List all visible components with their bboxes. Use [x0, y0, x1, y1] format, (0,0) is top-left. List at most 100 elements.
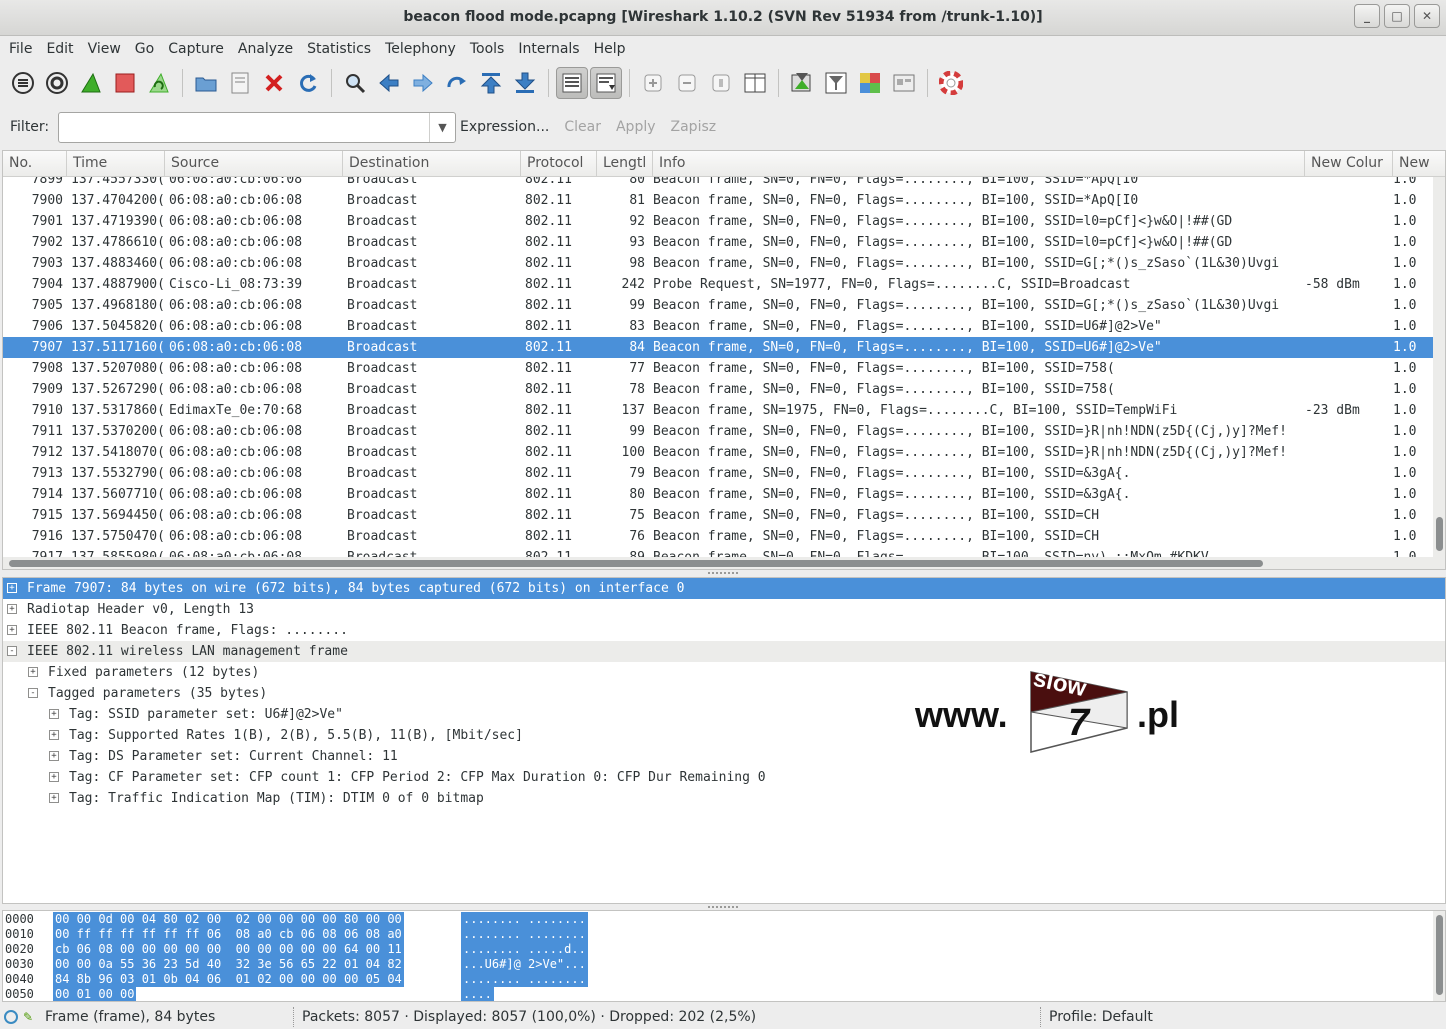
- hex-ascii[interactable]: ........ ........: [461, 972, 588, 987]
- column-header-destination[interactable]: Destination: [343, 151, 521, 177]
- packet-row[interactable]: 7915 137.5694450(06:08:a0:cb:06:08 Broadca…: [3, 505, 1433, 526]
- detail-tree-item[interactable]: + Tag: Supported Rates 1(B), 2(B), 5.5(B)…: [3, 725, 1445, 746]
- packet-row[interactable]: 7899 137.4557330(06:08:a0:cb:06:08 Broadca…: [3, 177, 1433, 190]
- collapse-icon[interactable]: -: [7, 645, 17, 656]
- hex-bytes[interactable]: cb 06 08 00 00 00 00 00 00 00 00 00 00 6…: [53, 942, 404, 957]
- bytes-pane-vscroll[interactable]: [1433, 911, 1445, 1001]
- hex-ascii[interactable]: ........ .....d..: [461, 942, 588, 957]
- packet-row[interactable]: 7917137.5855980(06:08:a0:cb:06:08Broadca…: [3, 547, 1433, 557]
- save-filter-button[interactable]: Zapisz: [671, 119, 717, 135]
- column-header-new[interactable]: New: [1393, 151, 1445, 177]
- packet-row[interactable]: 7910 137.5317860(EdimaxTe_0e:70:68 Broadca…: [3, 400, 1433, 421]
- go-forward-icon[interactable]: [407, 67, 439, 99]
- chevron-down-icon[interactable]: ▼: [429, 112, 455, 142]
- column-header-length[interactable]: Lengtl: [597, 151, 653, 177]
- hex-ascii[interactable]: ........ ........: [461, 912, 588, 927]
- packet-row[interactable]: 7908 137.5207080(06:08:a0:cb:06:08 Broadca…: [3, 358, 1433, 379]
- scroll-thumb[interactable]: [1436, 915, 1443, 995]
- detail-tree-item[interactable]: + Tag: CF Parameter set: CFP count 1: CFP…: [3, 767, 1445, 788]
- packet-row[interactable]: 7912 137.5418070(06:08:a0:cb:06:08 Broadca…: [3, 442, 1433, 463]
- detail-tree-item[interactable]: + IEEE 802.11 Beacon frame, Flags: ......…: [3, 620, 1445, 641]
- apply-button[interactable]: Apply: [616, 119, 656, 135]
- colorize-icon[interactable]: [556, 67, 588, 99]
- column-header-source[interactable]: Source: [165, 151, 343, 177]
- detail-tree-item[interactable]: + Tag: DS Parameter set: Current Channel:…: [3, 746, 1445, 767]
- packet-row[interactable]: 7900 137.4704200(06:08:a0:cb:06:08 Broadca…: [3, 190, 1433, 211]
- display-filters-icon[interactable]: [820, 67, 852, 99]
- hex-ascii[interactable]: ........ ........: [461, 927, 588, 942]
- maximize-button[interactable]: □: [1384, 4, 1410, 28]
- menu-tools[interactable]: Tools: [463, 41, 512, 57]
- capture-comment-icon[interactable]: ✎: [23, 1010, 37, 1024]
- menu-file[interactable]: File: [2, 41, 39, 57]
- column-header-new-colur[interactable]: New Colur: [1305, 151, 1393, 177]
- capture-options-icon[interactable]: [41, 67, 73, 99]
- minimize-button[interactable]: _: [1354, 4, 1380, 28]
- column-header-protocol[interactable]: Protocol: [521, 151, 597, 177]
- packet-row[interactable]: 7909 137.5267290(06:08:a0:cb:06:08 Broadca…: [3, 379, 1433, 400]
- detail-tree-item[interactable]: - Tagged parameters (35 bytes): [3, 683, 1445, 704]
- close-file-icon[interactable]: [258, 67, 290, 99]
- hex-ascii[interactable]: ...U6#]@ 2>Ve"...: [461, 957, 588, 972]
- expression-button[interactable]: Expression...: [460, 119, 549, 135]
- detail-tree-item[interactable]: - IEEE 802.11 wireless LAN management fra…: [3, 641, 1445, 662]
- menu-analyze[interactable]: Analyze: [231, 41, 300, 57]
- preferences-icon[interactable]: [888, 67, 920, 99]
- detail-tree-item[interactable]: + Tag: Traffic Indication Map (TIM): DTIM…: [3, 788, 1445, 809]
- collapse-icon[interactable]: -: [28, 687, 38, 698]
- close-window-button[interactable]: ✕: [1414, 4, 1440, 28]
- packet-row[interactable]: 7904 137.4887900(Cisco-Li_08:73:39 Broadca…: [3, 274, 1433, 295]
- packet-row[interactable]: 7902 137.4786610(06:08:a0:cb:06:08 Broadca…: [3, 232, 1433, 253]
- packet-row[interactable]: 7905 137.4968180(06:08:a0:cb:06:08 Broadca…: [3, 295, 1433, 316]
- find-packet-icon[interactable]: [339, 67, 371, 99]
- column-header-no[interactable]: No.: [3, 151, 67, 177]
- capture-filters-icon[interactable]: [786, 67, 818, 99]
- column-header-time[interactable]: Time: [67, 151, 165, 177]
- start-capture-icon[interactable]: [75, 67, 107, 99]
- first-packet-icon[interactable]: [475, 67, 507, 99]
- scroll-thumb[interactable]: [1436, 517, 1443, 551]
- hex-bytes[interactable]: 00 ff ff ff ff ff ff 06 08 a0 cb 06 08 0…: [53, 927, 404, 942]
- pane-splitter[interactable]: [708, 572, 738, 576]
- column-header-info[interactable]: Info: [653, 151, 1305, 177]
- help-icon[interactable]: [935, 67, 967, 99]
- menu-go[interactable]: Go: [128, 41, 161, 57]
- detail-tree-item[interactable]: + Frame 7907: 84 bytes on wire (672 bits)…: [3, 578, 1445, 599]
- last-packet-icon[interactable]: [509, 67, 541, 99]
- stop-capture-icon[interactable]: [109, 67, 141, 99]
- hex-bytes[interactable]: 00 01 00 00: [53, 987, 137, 1001]
- menu-telephony[interactable]: Telephony: [378, 41, 463, 57]
- expand-icon[interactable]: +: [49, 792, 59, 803]
- coloring-rules-icon[interactable]: [854, 67, 886, 99]
- packet-row[interactable]: 7903 137.4883460(06:08:a0:cb:06:08 Broadca…: [3, 253, 1433, 274]
- restart-capture-icon[interactable]: [143, 67, 175, 99]
- normal-size-icon[interactable]: [705, 67, 737, 99]
- reload-icon[interactable]: [292, 67, 324, 99]
- menu-view[interactable]: View: [81, 41, 128, 57]
- expert-info-icon[interactable]: [4, 1009, 18, 1024]
- zoom-in-icon[interactable]: [637, 67, 669, 99]
- packet-row[interactable]: 7906 137.5045820(06:08:a0:cb:06:08 Broadca…: [3, 316, 1433, 337]
- detail-tree-item[interactable]: + Fixed parameters (12 bytes): [3, 662, 1445, 683]
- hex-bytes[interactable]: 00 00 0a 55 36 23 5d 40 32 3e 56 65 22 0…: [53, 957, 404, 972]
- hex-bytes[interactable]: 00 00 0d 00 04 80 02 00 02 00 00 00 00 8…: [53, 912, 404, 927]
- expand-icon[interactable]: +: [7, 582, 17, 593]
- clear-button[interactable]: Clear: [564, 119, 601, 135]
- menu-internals[interactable]: Internals: [511, 41, 586, 57]
- scroll-thumb[interactable]: [9, 560, 1263, 567]
- expand-icon[interactable]: +: [49, 771, 59, 782]
- packet-row[interactable]: 7911 137.5370200(06:08:a0:cb:06:08 Broadca…: [3, 421, 1433, 442]
- packet-row[interactable]: 7901 137.4719390(06:08:a0:cb:06:08 Broadca…: [3, 211, 1433, 232]
- status-profile[interactable]: Profile: Default: [1049, 1009, 1153, 1025]
- filter-input[interactable]: ▼: [58, 111, 456, 143]
- expand-icon[interactable]: +: [28, 666, 38, 677]
- hex-bytes[interactable]: 84 8b 96 03 01 0b 04 06 01 02 00 00 00 0…: [53, 972, 404, 987]
- expand-icon[interactable]: +: [7, 603, 17, 614]
- menu-help[interactable]: Help: [587, 41, 633, 57]
- packet-list-hscroll[interactable]: [3, 557, 1445, 569]
- open-file-icon[interactable]: [190, 67, 222, 99]
- menu-edit[interactable]: Edit: [39, 41, 80, 57]
- menu-statistics[interactable]: Statistics: [300, 41, 378, 57]
- auto-scroll-icon[interactable]: [590, 67, 622, 99]
- packet-row[interactable]: 7916 137.5750470(06:08:a0:cb:06:08 Broadca…: [3, 526, 1433, 547]
